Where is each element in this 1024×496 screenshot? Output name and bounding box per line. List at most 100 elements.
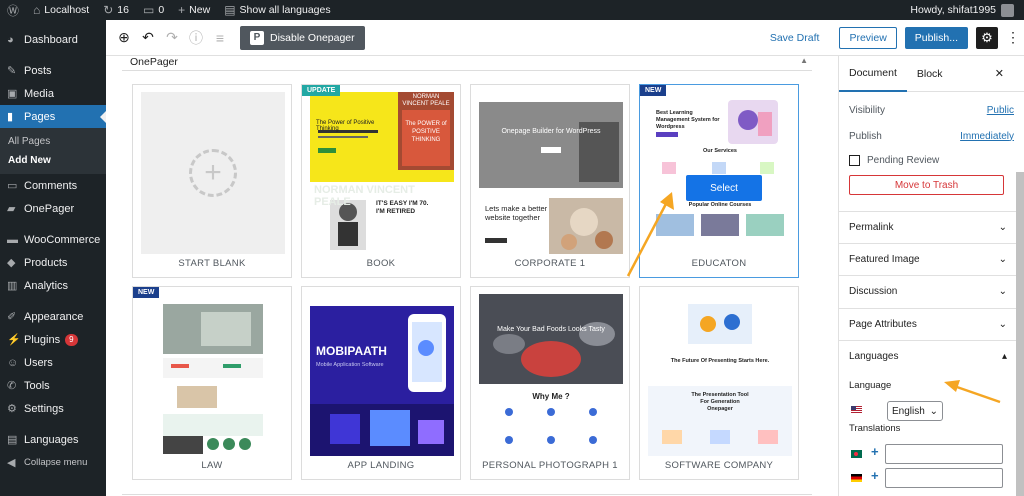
language-select-value: English	[892, 405, 925, 417]
template-card-software-company[interactable]: The Future Of Presenting Starts Here. Th…	[639, 286, 799, 480]
sidebar-label: Tools	[24, 379, 50, 392]
sidebar-label: Collapse menu	[24, 457, 88, 468]
comments-count: 0	[158, 4, 165, 16]
sidebar-item-comments[interactable]: ▭ Comments	[0, 174, 106, 197]
annotation-arrow-icon	[626, 192, 674, 277]
dashboard-icon: ◕	[7, 33, 14, 46]
permalink-section[interactable]: Permalink ⌄	[839, 211, 1017, 243]
new-badge: NEW	[640, 85, 667, 96]
add-block-icon[interactable]: ⊕	[112, 29, 136, 46]
template-card-start-blank[interactable]: + START BLANK	[132, 84, 292, 278]
settings-gear-button[interactable]: ⚙	[976, 26, 998, 49]
language-select[interactable]: English ⌄	[887, 401, 943, 421]
move-to-trash-button[interactable]: Move to Trash	[849, 175, 1004, 195]
discussion-section[interactable]: Discussion ⌄	[839, 275, 1017, 307]
update-badge: UPDATE	[302, 85, 341, 96]
sidebar-label: Pages	[24, 110, 56, 123]
sidebar-item-posts[interactable]: ✎ Posts	[0, 59, 106, 82]
sidebar-item-media[interactable]: ▣ Media	[0, 82, 106, 105]
page-attributes-section[interactable]: Page Attributes ⌄	[839, 308, 1017, 340]
visibility-link[interactable]: Public	[987, 105, 1014, 116]
new-content-link[interactable]: + New	[171, 0, 217, 20]
sidebar-label: Posts	[24, 64, 52, 77]
outline-icon[interactable]: ≡	[208, 30, 232, 46]
products-icon: ◆	[7, 257, 16, 269]
wordpress-logo[interactable]: Ⓦ	[0, 0, 26, 20]
close-icon[interactable]: ✕	[995, 67, 1004, 80]
onepager-template-area: OnePager ▲ + START BLANK UPDATE NORMAN V…	[106, 56, 824, 496]
collapse-up-icon[interactable]: ▲	[800, 56, 808, 65]
add-translation-icon[interactable]: +	[871, 468, 879, 483]
site-name-link[interactable]: ⌂ Localhost	[26, 0, 96, 20]
pin-icon: ✎	[7, 65, 17, 77]
sidebar-label: Comments	[24, 179, 78, 192]
germany-flag-icon	[851, 474, 862, 482]
sidebar-item-dashboard[interactable]: ◕ Dashboard	[0, 28, 106, 51]
featured-image-section[interactable]: Featured Image ⌄	[839, 243, 1017, 275]
save-draft-button[interactable]: Save Draft	[770, 32, 820, 44]
panel-scrollbar[interactable]	[1016, 172, 1024, 496]
pending-review-checkbox[interactable]	[849, 154, 860, 166]
translation-input-de[interactable]	[885, 468, 1003, 488]
comments-link[interactable]: ▭ 0	[136, 0, 171, 20]
sidebar-item-products[interactable]: ◆ Products	[0, 251, 106, 274]
corporate-tagline-text: Lets make a better website together	[485, 204, 548, 222]
translate-icon: ▤	[7, 434, 18, 446]
sidebar-label: Dashboard	[24, 33, 78, 46]
collapse-menu-button[interactable]: ◀ Collapse menu	[0, 451, 106, 474]
translation-input-bn[interactable]	[885, 444, 1003, 464]
template-card-personal-photograph-1[interactable]: Make Your Bad Foods Looks Tasty Why Me ?…	[470, 286, 630, 480]
sidebar-label: Media	[24, 87, 54, 100]
site-name-label: Localhost	[44, 4, 90, 16]
template-card-book[interactable]: UPDATE NORMAN VINCENT PEALE The Power of…	[301, 84, 461, 278]
sidebar-item-languages[interactable]: ▤ Languages	[0, 428, 106, 451]
redo-icon[interactable]: ↷	[160, 29, 184, 46]
submenu-add-new[interactable]: Add New	[0, 151, 106, 170]
show-all-languages-link[interactable]: ▤ Show all languages	[217, 0, 337, 20]
sidebar-item-users[interactable]: ☺ Users	[0, 351, 106, 374]
tab-document[interactable]: Document	[839, 56, 907, 92]
settings-icon: ⚙	[7, 403, 17, 415]
my-account[interactable]: Howdy, shifat1995	[910, 3, 1024, 17]
translate-icon: ▤	[224, 3, 236, 17]
publish-date-link[interactable]: Immediately	[960, 131, 1014, 142]
plugin-icon: ⚡	[7, 334, 21, 346]
sidebar-item-pages[interactable]: ▮ Pages	[0, 105, 106, 128]
sidebar-item-analytics[interactable]: ▥ Analytics	[0, 274, 106, 297]
template-name: BOOK	[366, 258, 396, 269]
sidebar-item-settings[interactable]: ⚙ Settings	[0, 397, 106, 420]
chevron-up-icon: ▴	[1001, 351, 1007, 362]
publish-button[interactable]: Publish...	[904, 26, 968, 49]
sidebar-item-plugins[interactable]: ⚡ Plugins 9	[0, 328, 106, 351]
preview-button[interactable]: Preview	[839, 26, 897, 49]
sidebar-item-appearance[interactable]: ✐ Appearance	[0, 305, 106, 328]
pending-review-row[interactable]: Pending Review	[839, 149, 1024, 171]
tab-block[interactable]: Block	[907, 56, 953, 92]
template-card-corporate-1[interactable]: Onepage Builder for WordPress Lets make …	[470, 84, 630, 278]
languages-section[interactable]: Languages ▴	[839, 340, 1017, 372]
sidebar-item-onepager[interactable]: ▰ OnePager	[0, 197, 106, 220]
us-flag-icon	[851, 406, 862, 414]
template-thumbnail	[141, 294, 285, 456]
disable-onepager-button[interactable]: P Disable Onepager	[240, 25, 365, 50]
template-thumbnail: +	[141, 92, 285, 254]
select-template-button[interactable]: Select	[686, 175, 762, 201]
sidebar-item-tools[interactable]: ✆ Tools	[0, 374, 106, 397]
submenu-all-pages[interactable]: All Pages	[0, 132, 106, 151]
sidebar-item-woocommerce[interactable]: ▬ WooCommerce	[0, 228, 106, 251]
chevron-down-icon: ⌄	[998, 319, 1007, 330]
section-label: Featured Image	[849, 254, 920, 265]
template-card-app-landing[interactable]: MOBIPAATH Mobile Application Software AP…	[301, 286, 461, 480]
add-translation-icon[interactable]: +	[871, 444, 879, 459]
panel-tabs: Document Block ✕	[839, 56, 1024, 92]
more-options-icon[interactable]: ⋮	[1006, 29, 1020, 46]
wordpress-icon: Ⓦ	[7, 3, 20, 18]
updates-link[interactable]: ↻ 16	[96, 0, 136, 20]
undo-icon[interactable]: ↶	[136, 29, 160, 46]
sidebar-label: Settings	[24, 402, 64, 415]
info-icon[interactable]: ⓘ	[184, 28, 208, 48]
visibility-row: Visibility Public	[839, 97, 1024, 123]
pending-review-label: Pending Review	[867, 154, 940, 166]
template-card-law[interactable]: NEW LAW	[132, 286, 292, 480]
howdy-text: Howdy, shifat1995	[910, 4, 996, 16]
